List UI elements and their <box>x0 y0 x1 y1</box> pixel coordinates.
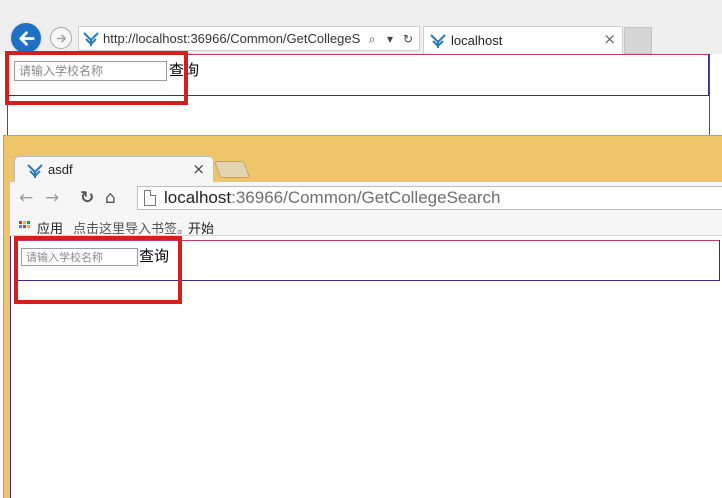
ie-browser-window: http://localhost:36966/Common/GetCollege… <box>0 0 722 140</box>
chrome-browser-window: asdf × ← → ↻ ⌂ localhost:36966/Common/Ge… <box>3 135 722 498</box>
forward-arrow-icon[interactable]: → <box>45 189 59 207</box>
chrome-tab-asdf[interactable]: asdf × <box>14 156 214 184</box>
site-favicon-icon <box>83 32 99 46</box>
school-search-input[interactable] <box>14 61 167 81</box>
refresh-icon[interactable]: ↻ <box>401 31 415 47</box>
ie-toolbar: http://localhost:36966/Common/GetCollege… <box>0 0 722 55</box>
reload-icon[interactable]: ↻ <box>80 189 94 207</box>
query-button[interactable]: 查询 <box>139 245 169 266</box>
close-icon[interactable]: × <box>192 160 205 178</box>
forward-arrow-icon[interactable] <box>50 27 72 49</box>
bookmark-import-link[interactable]: 点击这里导入书签。 <box>73 218 190 237</box>
omnibox[interactable]: localhost:36966/Common/GetCollegeSearch <box>137 186 722 210</box>
home-icon[interactable]: ⌂ <box>105 189 116 207</box>
address-url[interactable]: http://localhost:36966/Common/GetCollege… <box>103 31 365 46</box>
url-host: localhost <box>164 188 232 207</box>
bookmark-start[interactable]: 开始 <box>188 218 214 237</box>
close-icon[interactable]: × <box>603 30 616 48</box>
search-icon[interactable]: ⌕ <box>365 31 379 47</box>
address-actions: ⌕ ▾ ↻ <box>365 31 415 47</box>
new-tab-button[interactable] <box>213 161 251 178</box>
search-form: 查询 <box>8 54 709 96</box>
back-arrow-icon[interactable] <box>9 21 43 55</box>
ie-tab-localhost[interactable]: localhost × <box>423 26 623 54</box>
page-icon <box>144 190 156 206</box>
search-form: 查询 <box>14 240 720 281</box>
url-path: :36966/Common/GetCollegeSearch <box>231 188 501 207</box>
apps-grid-icon[interactable] <box>19 221 31 231</box>
site-favicon-icon <box>430 34 446 48</box>
ie-page-content: 查询 <box>7 54 710 140</box>
chrome-toolbar: ← → ↻ ⌂ localhost:36966/Common/GetColleg… <box>10 182 722 214</box>
chrome-page-content: 查询 <box>10 236 722 498</box>
query-button[interactable]: 查询 <box>169 59 199 80</box>
chevron-down-icon[interactable]: ▾ <box>383 31 397 47</box>
tab-title: localhost <box>451 33 503 48</box>
school-search-input[interactable] <box>21 248 138 266</box>
bookmarks-bar: 应用 点击这里导入书签。 开始 <box>10 214 722 237</box>
back-arrow-icon[interactable]: ← <box>19 189 33 207</box>
new-tab-button[interactable] <box>624 27 652 54</box>
tab-title: asdf <box>48 162 73 177</box>
omnibox-url[interactable]: localhost:36966/Common/GetCollegeSearch <box>164 188 500 208</box>
site-favicon-icon <box>27 164 43 178</box>
bookmark-apps[interactable]: 应用 <box>37 218 63 237</box>
address-bar[interactable]: http://localhost:36966/Common/GetCollege… <box>78 26 420 51</box>
